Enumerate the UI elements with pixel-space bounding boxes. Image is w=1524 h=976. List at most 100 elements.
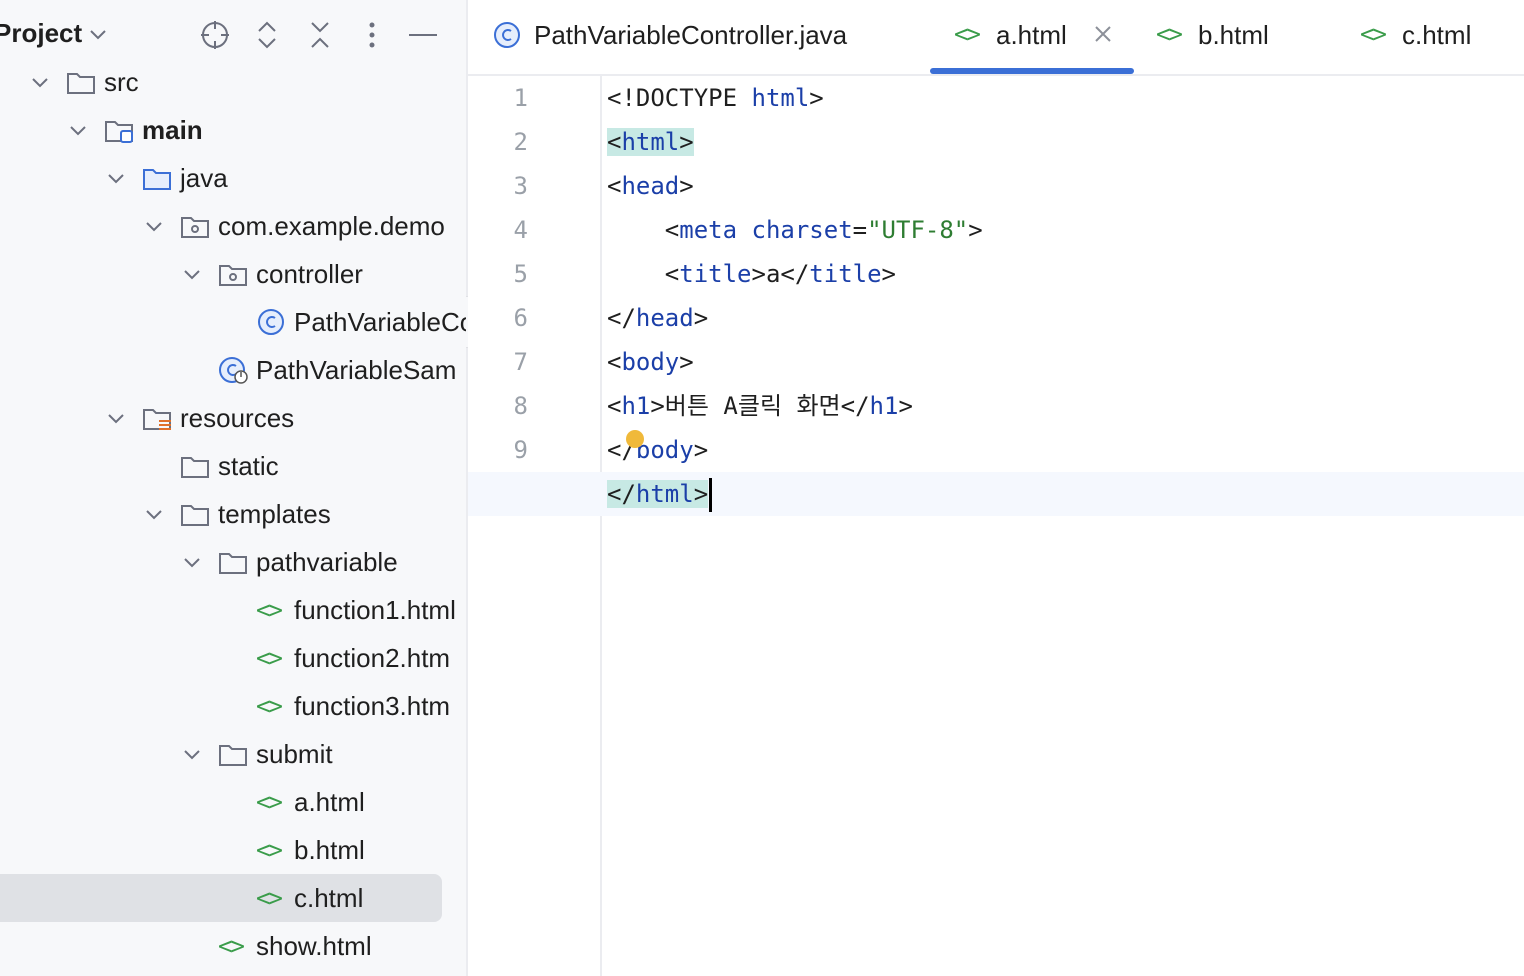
code-token: </ <box>607 304 636 332</box>
tree-item-a-html[interactable]: <> a.html <box>0 778 466 826</box>
tree-item-static[interactable]: static <box>0 442 466 490</box>
tree-item-label: controller <box>256 259 363 289</box>
folder-icon <box>181 505 209 526</box>
tree-item-label: static <box>218 451 279 481</box>
active-tab-indicator <box>930 68 1134 74</box>
line-number: 5 <box>513 260 528 288</box>
code-line-8: <h1>버튼 A클릭 화면</h1> <box>607 384 913 428</box>
tree-item-src[interactable]: src <box>0 58 466 106</box>
tree-item-label: function3.htm <box>294 691 451 721</box>
code-token: > <box>679 172 694 200</box>
tree-item-label: com.example.demo <box>218 211 445 241</box>
chevron-down-icon[interactable] <box>182 264 202 284</box>
html-file-icon: <> <box>1156 20 1183 48</box>
chevron-down-icon[interactable] <box>30 72 50 92</box>
html-file-icon: <> <box>256 692 283 720</box>
code-token: < <box>607 392 622 420</box>
expand-all-icon[interactable] <box>250 18 284 52</box>
tree-item-function3[interactable]: <> function3.htm <box>0 682 466 730</box>
collapse-all-icon[interactable] <box>303 18 337 52</box>
tree-item-label: src <box>104 67 139 97</box>
tree-item-c-html[interactable]: <> c.html <box>0 874 466 922</box>
code-token: > <box>968 216 983 244</box>
tree-item-function2[interactable]: <> function2.htm <box>0 634 466 682</box>
tree-item-label: function2.htm <box>294 643 451 673</box>
class-icon <box>258 309 284 335</box>
chevron-down-icon[interactable] <box>106 408 126 428</box>
line-number: 1 <box>513 84 528 112</box>
chevron-down-icon[interactable] <box>182 552 202 572</box>
tree-item-label: c.html <box>294 883 364 913</box>
code-token: < <box>607 260 680 288</box>
code-editor[interactable]: <!DOCTYPE html> <html> <head> <meta char… <box>468 76 1524 976</box>
intention-bulb-icon[interactable] <box>626 430 644 448</box>
project-panel: Project src main java com.example.demo c… <box>0 0 468 976</box>
tree-item-controller[interactable]: controller <box>0 250 466 298</box>
line-number: 7 <box>513 348 528 376</box>
chevron-down-icon[interactable] <box>68 120 88 140</box>
tree-item-b-html[interactable]: <> b.html <box>0 826 466 874</box>
code-token: > <box>693 480 709 508</box>
folder-icon <box>219 745 247 766</box>
code-token: < <box>607 348 622 376</box>
code-token: > <box>693 304 709 332</box>
code-token: body <box>635 436 694 464</box>
code-token: h1 <box>869 392 899 420</box>
html-file-icon: <> <box>256 884 283 912</box>
tree-item-submit[interactable]: submit <box>0 730 466 778</box>
tree-item-label: show.html <box>256 931 372 961</box>
source-root-folder-icon <box>105 121 133 143</box>
close-icon[interactable] <box>1094 25 1112 43</box>
code-token: < <box>607 128 622 156</box>
tree-item-show-html[interactable]: <> show.html <box>0 922 466 970</box>
more-options-icon[interactable] <box>355 18 389 52</box>
tree-item-pathvariable[interactable]: pathvariable <box>0 538 466 586</box>
code-token: > <box>898 392 913 420</box>
line-number: 4 <box>513 216 528 244</box>
code-token: html <box>621 128 680 156</box>
tree-item-pathvariablecontroller[interactable]: PathVariableController <box>0 298 466 346</box>
line-number-gutter: 1 2 3 4 5 6 7 8 9 10 <box>468 76 602 976</box>
code-token: html <box>635 480 694 508</box>
tree-item-function1[interactable]: <> function1.html <box>0 586 466 634</box>
tree-item-label: PathVariableSam <box>256 355 457 385</box>
line-number: 2 <box>513 128 528 156</box>
tree-item-label: PathVariableController <box>294 307 466 337</box>
tree-item-pathvariablesam[interactable]: PathVariableSam <box>0 346 466 394</box>
code-line-7: <body> <box>607 340 694 384</box>
tab-pathvariablecontroller-java[interactable]: PathVariableController.java <box>468 0 908 74</box>
code-token: charset <box>751 216 853 244</box>
tree-item-label: b.html <box>294 835 365 865</box>
code-token: head <box>635 304 694 332</box>
code-token: head <box>621 172 680 200</box>
code-token: = <box>852 216 868 244</box>
chevron-down-icon[interactable] <box>182 744 202 764</box>
chevron-down-icon[interactable] <box>144 504 164 524</box>
tree-item-java[interactable]: java <box>0 154 466 202</box>
code-token: body <box>621 348 680 376</box>
chevron-down-icon[interactable] <box>88 24 108 44</box>
chevron-down-icon[interactable] <box>144 216 164 236</box>
html-file-icon: <> <box>256 644 283 672</box>
tree-item-main[interactable]: main <box>0 106 466 154</box>
tree-item-resources[interactable]: resources <box>0 394 466 442</box>
locate-icon[interactable] <box>198 18 232 52</box>
tab-c-html[interactable]: <> c.html <box>1338 0 1524 74</box>
tab-b-html[interactable]: <> b.html <box>1134 0 1338 74</box>
tree-item-label: a.html <box>294 787 365 817</box>
java-source-folder-icon <box>143 169 171 190</box>
tab-a-html[interactable]: <> a.html <box>930 0 1134 74</box>
html-file-icon: <> <box>218 932 245 960</box>
minimize-icon[interactable] <box>406 18 440 52</box>
tree-item-com-example-demo[interactable]: com.example.demo <box>0 202 466 250</box>
tree-item-templates[interactable]: templates <box>0 490 466 538</box>
project-title[interactable]: Project <box>0 18 82 49</box>
folder-icon <box>219 553 247 574</box>
html-file-icon: <> <box>256 596 283 624</box>
chevron-down-icon[interactable] <box>106 168 126 188</box>
html-file-icon: <> <box>256 788 283 816</box>
tree-item-label: resources <box>180 403 295 433</box>
line-number: 8 <box>513 392 528 420</box>
code-token: > <box>809 84 824 112</box>
